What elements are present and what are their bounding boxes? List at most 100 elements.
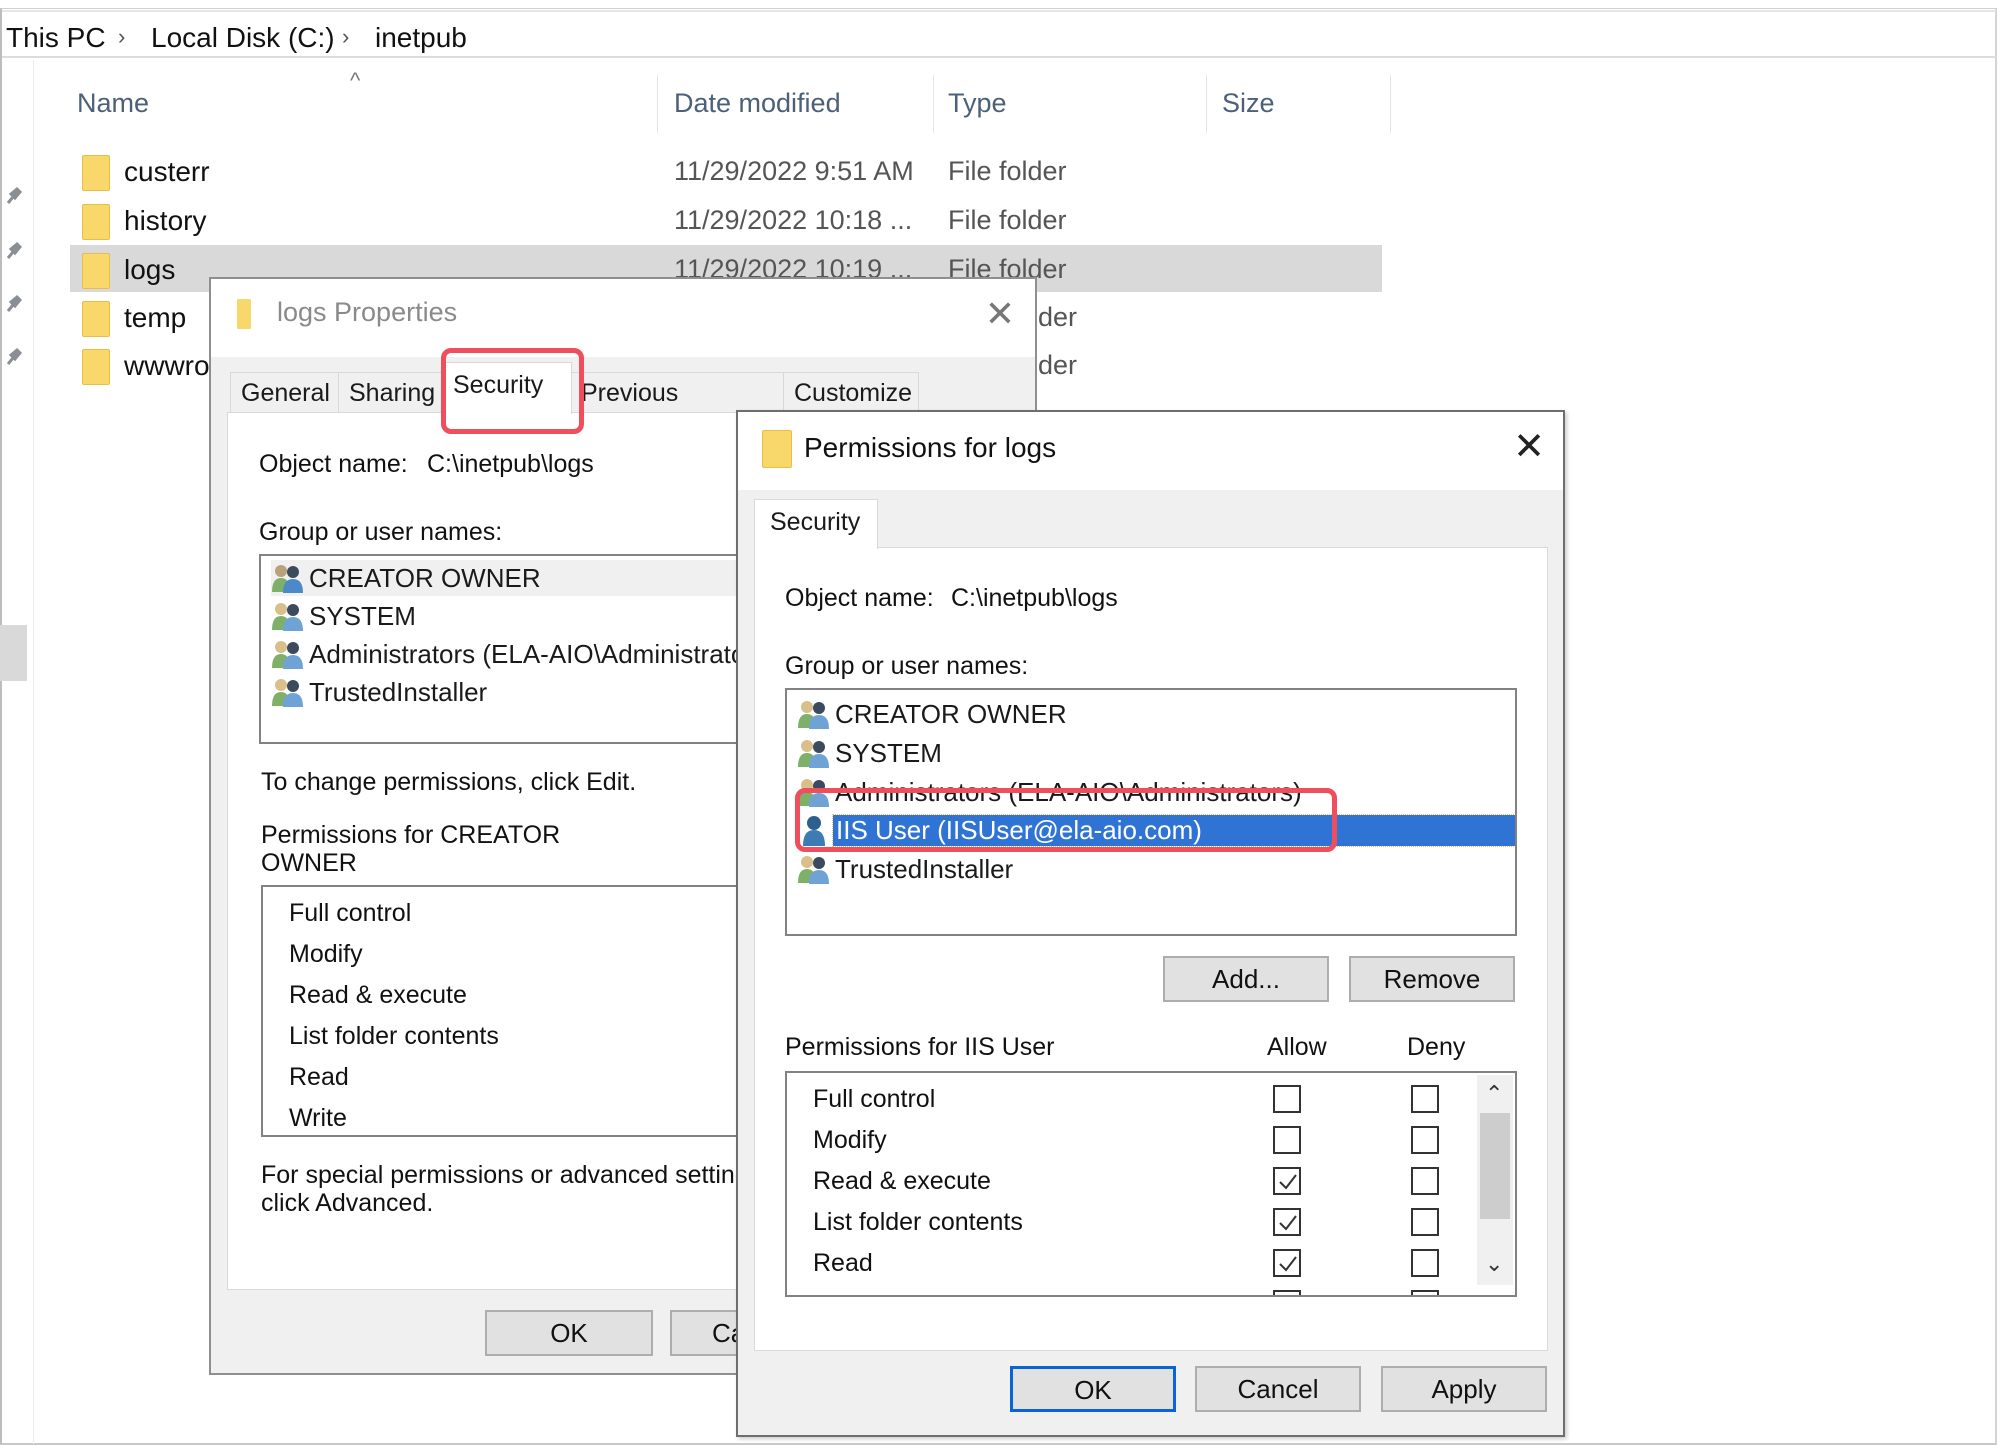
folder-icon [82, 253, 110, 289]
deny-checkbox-modify[interactable] [1411, 1126, 1439, 1154]
column-header-size[interactable]: Size [1222, 88, 1275, 119]
column-header-date-modified[interactable]: Date modified [674, 88, 841, 119]
permission-item: Full control [289, 899, 412, 927]
tab-sharing[interactable]: Sharing [338, 372, 442, 412]
group-icon [272, 565, 303, 593]
allow-checkbox-full-control[interactable] [1273, 1085, 1301, 1113]
close-icon[interactable]: ✕ [1513, 424, 1545, 469]
group-names-list[interactable]: CREATOR OWNER SYSTEM Administrators (ELA… [785, 688, 1517, 936]
list-item[interactable]: TrustedInstaller [797, 851, 1515, 887]
breadcrumb-inetpub[interactable]: inetpub [375, 22, 467, 54]
add-button[interactable]: Add... [1163, 956, 1329, 1002]
allow-checkbox-partial[interactable] [1273, 1290, 1301, 1295]
permissions-for-label: Permissions for CREATOR [261, 821, 561, 849]
group-icon [798, 701, 829, 729]
tab-customize[interactable]: Customize [783, 372, 919, 412]
permission-item: Read [289, 1063, 349, 1091]
pin-icon[interactable] [4, 185, 24, 205]
allow-checkbox-list-folder-contents[interactable] [1273, 1208, 1301, 1236]
column-divider[interactable] [1206, 75, 1207, 133]
file-row-custerr[interactable]: custerr 11/29/2022 9:51 AM File folder [70, 147, 1382, 194]
dialog-title: Permissions for logs [804, 432, 1057, 463]
permission-item: List folder contents [813, 1208, 1023, 1236]
permission-item: Read [813, 1249, 873, 1277]
deny-checkbox-partial[interactable] [1411, 1290, 1439, 1295]
group-name: SYSTEM [835, 738, 942, 768]
cancel-button[interactable]: Cancel [1195, 1366, 1361, 1412]
checkmark-icon [1279, 1174, 1297, 1190]
folder-icon [82, 155, 110, 191]
column-header-name[interactable]: Name [77, 88, 149, 119]
group-name: SYSTEM [309, 601, 416, 631]
permission-item: Full control [813, 1085, 936, 1113]
change-permissions-hint: To change permissions, click Edit. [261, 768, 637, 796]
ok-button[interactable]: OK [485, 1310, 653, 1356]
permissions-scrollbar[interactable]: ⌃ ⌄ [1477, 1075, 1513, 1285]
breadcrumb-local-disk[interactable]: Local Disk (C:) [151, 22, 335, 54]
permission-item: Read & execute [813, 1167, 991, 1195]
group-name: IIS User (IISUser@ela-aio.com) [832, 814, 1515, 847]
pin-icon[interactable] [4, 346, 24, 366]
allow-column-label: Allow [1267, 1033, 1327, 1061]
allow-checkbox-read-execute[interactable] [1273, 1167, 1301, 1195]
pin-icon[interactable] [4, 293, 24, 313]
chevron-right-icon[interactable]: › [342, 24, 349, 50]
scroll-up-icon[interactable]: ⌃ [1485, 1081, 1503, 1107]
dialog-titlebar[interactable]: logs Properties ✕ [211, 279, 1035, 357]
file-type: File folder [948, 205, 1067, 235]
permissions-list[interactable]: Full control Modify Read & execute List … [785, 1071, 1517, 1297]
permissions-for-label: Permissions for IIS User [785, 1033, 1055, 1061]
tab-previous-versions[interactable]: Previous Versions [570, 372, 784, 447]
folder-icon [82, 301, 110, 337]
group-name: TrustedInstaller [835, 854, 1014, 884]
permission-item: List folder contents [289, 1022, 499, 1050]
group-icon [798, 779, 829, 807]
pin-icon[interactable] [4, 240, 24, 260]
deny-column-label: Deny [1407, 1033, 1466, 1061]
deny-checkbox-read-execute[interactable] [1411, 1167, 1439, 1195]
dialog-titlebar[interactable]: Permissions for logs ✕ [738, 412, 1563, 490]
checkmark-icon [1279, 1256, 1297, 1272]
deny-checkbox-list-folder-contents[interactable] [1411, 1208, 1439, 1236]
folder-icon [82, 204, 110, 240]
file-type-partial: der [1038, 350, 1078, 380]
file-row-history[interactable]: history 11/29/2022 10:18 ... File folder [70, 196, 1382, 243]
object-name-value: C:\inetpub\logs [427, 450, 594, 478]
list-item-selected[interactable]: IIS User (IISUser@ela-aio.com) [797, 812, 1515, 848]
breadcrumb-this-pc[interactable]: This PC [6, 22, 106, 54]
tab-general[interactable]: General [230, 372, 340, 412]
ok-button[interactable]: OK [1010, 1366, 1176, 1412]
scroll-down-icon[interactable]: ⌄ [1485, 1251, 1503, 1277]
group-names-label: Group or user names: [259, 518, 503, 546]
permission-item: Modify [289, 940, 363, 968]
file-name: custerr [124, 156, 210, 187]
list-item[interactable]: SYSTEM [797, 735, 1515, 771]
group-icon [798, 740, 829, 768]
folder-icon [762, 430, 792, 468]
close-icon[interactable]: ✕ [985, 293, 1015, 335]
column-divider[interactable] [1390, 75, 1391, 133]
chevron-right-icon[interactable]: › [118, 24, 125, 50]
allow-checkbox-read[interactable] [1273, 1249, 1301, 1277]
column-divider[interactable] [657, 75, 658, 133]
object-name-value: C:\inetpub\logs [951, 584, 1118, 612]
deny-checkbox-full-control[interactable] [1411, 1085, 1439, 1113]
tab-security[interactable]: Security [754, 499, 878, 549]
dialog-title: logs Properties [277, 297, 458, 327]
list-item[interactable]: Administrators (ELA-AIO\Administrators) [797, 774, 1515, 810]
column-header-type[interactable]: Type [948, 88, 1007, 119]
permissions-dialog: Permissions for logs ✕ Security Object n… [736, 410, 1565, 1437]
group-name: TrustedInstaller [309, 677, 488, 707]
apply-button[interactable]: Apply [1381, 1366, 1547, 1412]
file-type-partial: der [1038, 302, 1078, 332]
tab-security[interactable]: Security [442, 362, 572, 414]
deny-checkbox-read[interactable] [1411, 1249, 1439, 1277]
nav-scrollbar-thumb[interactable] [0, 625, 27, 681]
list-item[interactable]: CREATOR OWNER [797, 696, 1515, 732]
column-divider[interactable] [933, 75, 934, 133]
group-name: Administrators (ELA-AIO\Administrators) [309, 639, 776, 669]
remove-button[interactable]: Remove [1349, 956, 1515, 1002]
allow-checkbox-modify[interactable] [1273, 1126, 1301, 1154]
scrollbar-thumb[interactable] [1480, 1113, 1510, 1219]
advanced-hint: For special permissions or advanced sett… [261, 1161, 762, 1189]
